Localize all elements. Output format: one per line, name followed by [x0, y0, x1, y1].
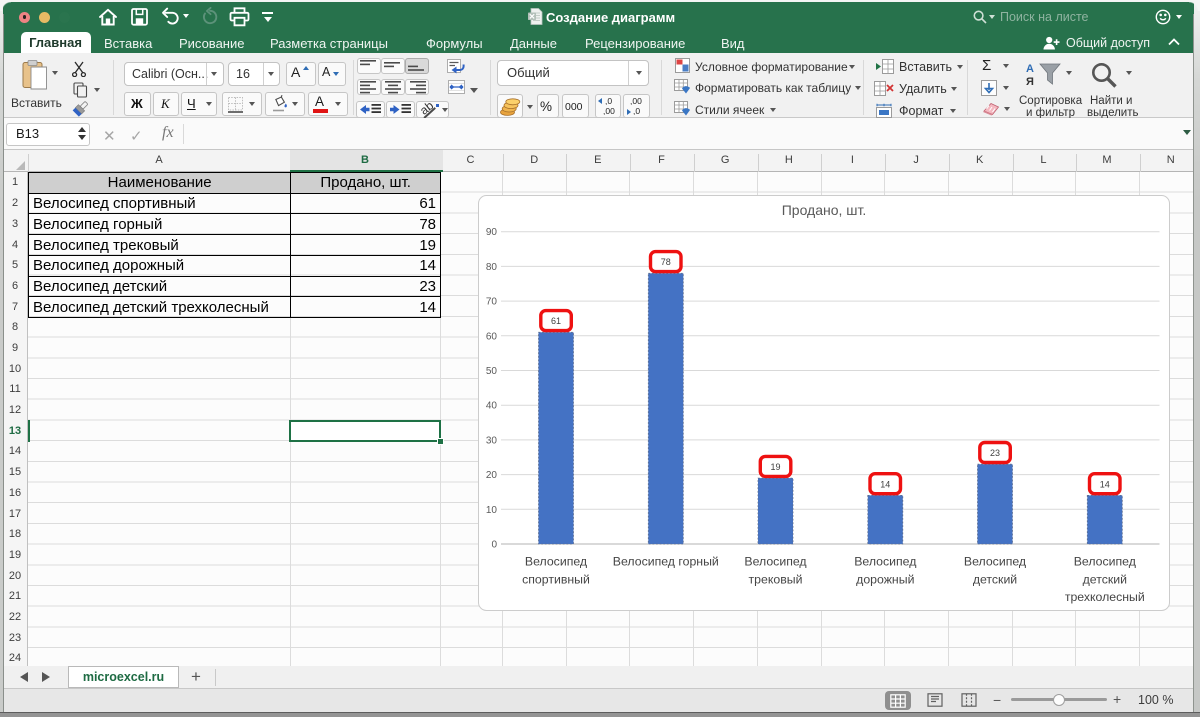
svg-text:14: 14	[1100, 479, 1110, 489]
svg-text:0: 0	[491, 540, 497, 551]
svg-text:20: 20	[486, 470, 498, 481]
svg-text:90: 90	[486, 227, 498, 238]
svg-text:Продано, шт.: Продано, шт.	[782, 202, 867, 218]
svg-text:50: 50	[486, 366, 498, 377]
svg-text:10: 10	[486, 505, 498, 516]
svg-text:70: 70	[486, 297, 498, 308]
svg-text:78: 78	[661, 257, 671, 267]
svg-text:40: 40	[486, 401, 498, 412]
svg-text:23: 23	[990, 448, 1000, 458]
svg-text:14: 14	[880, 479, 890, 489]
svg-text:Я: Я	[1026, 76, 1034, 88]
svg-text:19: 19	[770, 462, 780, 472]
svg-text:61: 61	[551, 316, 561, 326]
svg-text:60: 60	[486, 331, 498, 342]
svg-text:Велосипед горный: Велосипед горный	[613, 555, 719, 569]
svg-text:А: А	[1026, 63, 1034, 75]
svg-text:80: 80	[486, 262, 498, 273]
svg-text:30: 30	[486, 435, 498, 446]
